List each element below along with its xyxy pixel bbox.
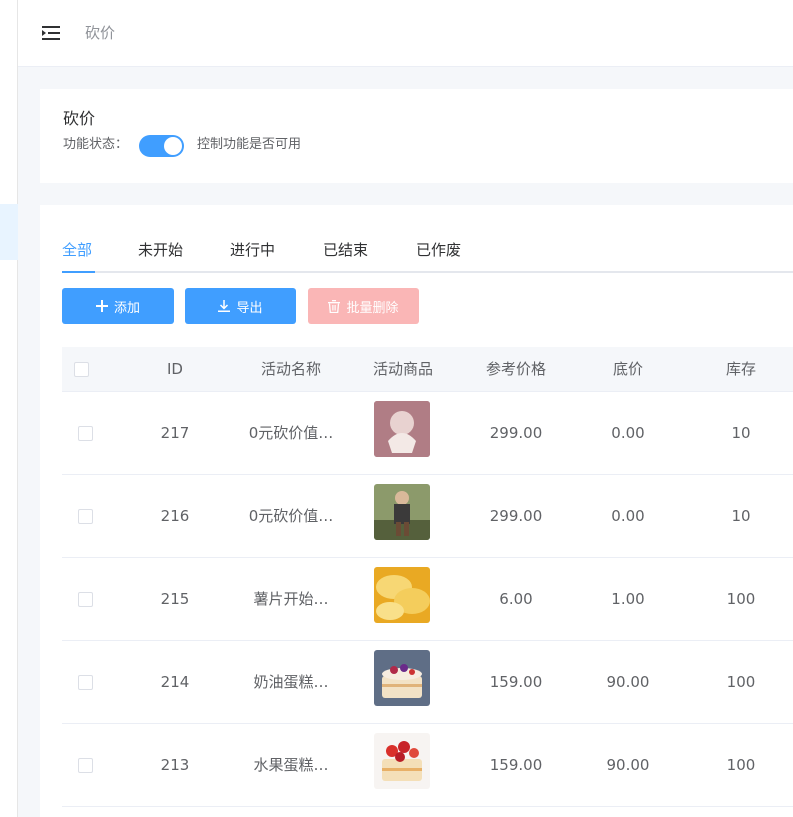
cell-id: 214 [160,673,190,691]
cell-floor-price: 0.00 [611,424,645,442]
cell-stock: 100 [726,756,756,774]
cell-stock: 10 [731,424,751,442]
cell-id: 213 [160,756,190,774]
indent-icon[interactable] [40,22,62,44]
cell-name: 薯片开始… [253,590,329,608]
cell-floor-price: 0.00 [611,507,645,525]
outfit-product-image [374,484,430,540]
table-row: 217 0元砍价值… 299.00 0.00 10 [62,392,793,475]
status-tabs: 全部 未开始 进行中 已结束 已作废 [62,237,793,273]
cell-name: 0元砍价值… [248,507,334,525]
table-row: 213 水果蛋糕… 159.00 90.00 100 [62,724,793,807]
settings-card: 砍价 功能状态： 控制功能是否可用 [40,89,793,183]
cell-stock: 10 [731,507,751,525]
tab-all[interactable]: 全部 [62,237,92,263]
cell-price: 299.00 [489,424,543,442]
cell-stock: 100 [726,590,756,608]
column-header-id: ID [167,360,183,378]
cell-id: 216 [160,507,190,525]
switch-description: 控制功能是否可用 [197,137,302,152]
switch-knob [164,137,182,155]
cell-floor-price: 90.00 [606,673,650,691]
download-icon [218,300,231,312]
row-checkbox[interactable] [78,592,93,607]
column-header-floor-price: 底价 [612,360,643,378]
table-row: 214 奶油蛋糕… 159.00 90.00 100 [62,641,793,724]
table-header: ID 活动名称 活动商品 参考价格 底价 库存 [62,347,793,392]
cell-name: 奶油蛋糕… [253,673,329,691]
add-button-label: 添加 [113,300,140,316]
export-button[interactable]: 导出 [185,288,296,324]
bargain-table: ID 活动名称 活动商品 参考价格 底价 库存 217 0元砍价值… 299.0… [62,347,793,807]
row-checkbox[interactable] [78,509,93,524]
row-checkbox[interactable] [78,426,93,441]
column-header-product: 活动商品 [372,360,433,378]
fruit-cake-product-image [374,733,430,789]
batch-delete-button[interactable]: 批量删除 [308,288,419,324]
tab-voided[interactable]: 已作废 [416,237,461,263]
tab-ended[interactable]: 已结束 [323,237,368,263]
column-header-name: 活动名称 [260,360,321,378]
cream-cake-product-image [374,650,430,706]
column-header-price: 参考价格 [485,360,546,378]
cell-floor-price: 1.00 [611,590,645,608]
cell-price: 159.00 [489,756,543,774]
cell-name: 0元砍价值… [248,424,334,442]
settings-heading: 砍价 [63,109,96,128]
sidebar [0,0,18,817]
cell-floor-price: 90.00 [606,756,650,774]
add-button[interactable]: 添加 [62,288,174,324]
cell-price: 299.00 [489,507,543,525]
table-row: 215 薯片开始… 6.00 1.00 100 [62,558,793,641]
tab-in-progress[interactable]: 进行中 [230,237,275,263]
batch-delete-button-label: 批量删除 [346,300,399,316]
cell-stock: 100 [726,673,756,691]
sidebar-active-item[interactable] [0,204,18,260]
table-row: 216 0元砍价值… 299.00 0.00 10 [62,475,793,558]
chips-product-image [374,567,430,623]
scarf-product-image [374,401,430,457]
active-tab-indicator [62,271,95,273]
top-header: 砍价 [18,0,793,67]
trash-icon [328,299,341,313]
row-checkbox[interactable] [78,758,93,773]
page-title: 砍价 [85,24,116,42]
cell-id: 217 [160,424,190,442]
cell-id: 215 [160,590,190,608]
main-card: 全部 未开始 进行中 已结束 已作废 添加 导出 批量删除 ID 活动名称 活动… [40,205,793,817]
plus-icon [95,300,108,312]
status-label: 功能状态： [63,137,129,152]
cell-price: 159.00 [489,673,543,691]
tab-not-started[interactable]: 未开始 [138,237,183,263]
cell-price: 6.00 [499,590,533,608]
row-checkbox[interactable] [78,675,93,690]
status-toggle-switch[interactable] [139,135,184,157]
cell-name: 水果蛋糕… [253,756,329,774]
column-header-stock: 库存 [725,360,756,378]
export-button-label: 导出 [236,300,263,316]
select-all-checkbox[interactable] [74,362,89,377]
